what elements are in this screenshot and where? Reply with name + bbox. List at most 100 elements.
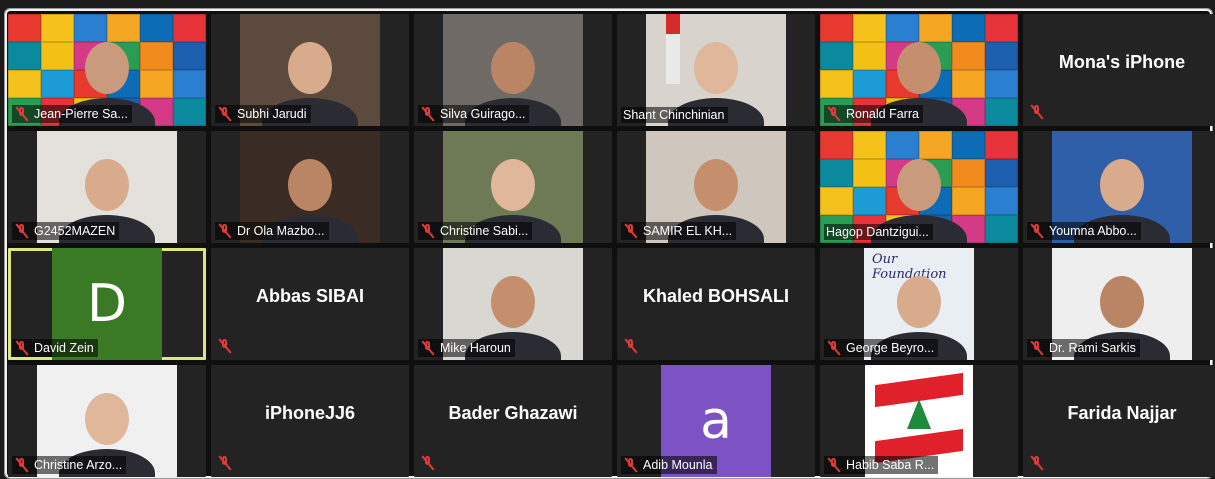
mic-muted-icon xyxy=(420,223,436,239)
participant-name: Youmna Abbo... xyxy=(1049,224,1137,238)
participant-tile[interactable]: Farida Najjar xyxy=(1023,365,1215,477)
participant-display-name: Bader Ghazawi xyxy=(448,403,578,423)
person-silhouette-head xyxy=(897,276,941,328)
person-silhouette-head xyxy=(694,42,738,94)
mic-muted-icon xyxy=(217,106,233,122)
mic-muted-icon xyxy=(826,106,842,122)
participant-tile[interactable]: Abbas SIBAI xyxy=(211,248,409,360)
participant-name: Ronald Farra xyxy=(846,107,919,121)
participant-name-label: Shant Chinchinian xyxy=(621,107,729,123)
participant-name-label: SAMIR EL KH... xyxy=(621,222,737,240)
mic-muted-icon xyxy=(1029,104,1045,120)
participant-name-label: Youmna Abbo... xyxy=(1027,222,1141,240)
mic-muted-icon xyxy=(1029,455,1045,471)
person-silhouette-head xyxy=(288,42,332,94)
mic-muted-icon xyxy=(420,455,436,471)
participant-tile[interactable]: Hagop Dantzigui... xyxy=(820,131,1018,243)
participant-name-label: Subhi Jarudi xyxy=(215,105,311,123)
participant-tile[interactable]: Christine Sabi... xyxy=(414,131,612,243)
mic-muted-icon xyxy=(1029,340,1045,356)
participant-name: Adib Mounla xyxy=(643,458,713,472)
mic-muted-icon xyxy=(1029,223,1045,239)
participant-name-label: Hagop Dantzigui... xyxy=(824,224,933,240)
participant-tile[interactable]: Bader Ghazawi xyxy=(414,365,612,477)
participant-name: Subhi Jarudi xyxy=(237,107,307,121)
mic-muted-icon xyxy=(420,340,436,356)
mic-muted-icon xyxy=(217,223,233,239)
person-silhouette-head xyxy=(85,393,129,445)
participant-tile[interactable]: Youmna Abbo... xyxy=(1023,131,1215,243)
mic-muted-icon xyxy=(217,455,233,471)
participant-name-label: Adib Mounla xyxy=(621,456,717,474)
mic-muted-icon xyxy=(14,223,30,239)
participant-name-label: David Zein xyxy=(12,339,98,357)
participant-display-name: Abbas SIBAI xyxy=(255,286,365,306)
participant-tile[interactable]: Dr Ola Mazbo... xyxy=(211,131,409,243)
participant-tile[interactable]: Jean-Pierre Sa... xyxy=(8,14,206,126)
participant-name-label: Jean-Pierre Sa... xyxy=(12,105,132,123)
participant-name: Jean-Pierre Sa... xyxy=(34,107,128,121)
person-silhouette-head xyxy=(1100,159,1144,211)
mic-muted-icon xyxy=(826,457,842,473)
participant-tile[interactable]: Silva Guirago... xyxy=(414,14,612,126)
participant-name: Silva Guirago... xyxy=(440,107,526,121)
participant-name-label: Silva Guirago... xyxy=(418,105,530,123)
participant-tile[interactable]: Shant Chinchinian xyxy=(617,14,815,126)
mic-muted-icon xyxy=(14,457,30,473)
participant-name: Hagop Dantzigui... xyxy=(826,225,929,239)
participant-tile[interactable]: SAMIR EL KH... xyxy=(617,131,815,243)
participant-tile[interactable]: Ronald Farra xyxy=(820,14,1018,126)
participant-tile[interactable]: Habib Saba R... xyxy=(820,365,1018,477)
person-silhouette-head xyxy=(288,159,332,211)
participant-name-label: Dr. Rami Sarkis xyxy=(1027,339,1140,357)
person-silhouette-head xyxy=(897,159,941,211)
participant-name: SAMIR EL KH... xyxy=(643,224,733,238)
mic-muted-icon xyxy=(623,338,639,354)
participant-name-label: Dr Ola Mazbo... xyxy=(215,222,329,240)
participant-name: G2452MAZEN xyxy=(34,224,116,238)
participant-name-label: Christine Sabi... xyxy=(418,222,533,240)
participant-name-label: Ronald Farra xyxy=(824,105,923,123)
mic-muted-icon xyxy=(217,338,233,354)
participant-name: Mike Haroun xyxy=(440,341,511,355)
mic-muted-icon xyxy=(826,340,842,356)
participant-display-name: Farida Najjar xyxy=(1067,403,1177,423)
participant-display-name: iPhoneJJ6 xyxy=(264,403,356,423)
participant-name: Dr. Rami Sarkis xyxy=(1049,341,1136,355)
participant-name-label: G2452MAZEN xyxy=(12,222,120,240)
participant-tile[interactable]: G2452MAZEN xyxy=(8,131,206,243)
participant-tile[interactable]: Dr. Rami Sarkis xyxy=(1023,248,1215,360)
participant-tile[interactable]: Subhi Jarudi xyxy=(211,14,409,126)
participant-name-label: Christine Arzo... xyxy=(12,456,127,474)
participant-name: David Zein xyxy=(34,341,94,355)
person-silhouette-head xyxy=(491,159,535,211)
mic-muted-icon xyxy=(623,457,639,473)
person-silhouette-head xyxy=(85,42,129,94)
person-silhouette-head xyxy=(85,159,129,211)
participant-name: Dr Ola Mazbo... xyxy=(237,224,325,238)
mic-muted-icon xyxy=(623,223,639,239)
participant-tile[interactable]: Mona's iPhone xyxy=(1023,14,1215,126)
participant-tile[interactable]: Khaled BOHSALI xyxy=(617,248,815,360)
participant-name: Shant Chinchinian xyxy=(623,108,725,122)
participant-display-name: Khaled BOHSALI xyxy=(642,286,789,306)
person-silhouette-head xyxy=(694,159,738,211)
participant-name-label: George Beyro... xyxy=(824,339,939,357)
mic-muted-icon xyxy=(14,340,30,356)
participant-name: Habib Saba R... xyxy=(846,458,935,472)
participant-display-name: Mona's iPhone xyxy=(1058,52,1186,72)
participant-tile[interactable]: Mike Haroun xyxy=(414,248,612,360)
person-silhouette-head xyxy=(897,42,941,94)
participant-tile[interactable]: Our Foundation George Beyro... xyxy=(820,248,1018,360)
person-silhouette-head xyxy=(491,276,535,328)
gallery-view: Jean-Pierre Sa... Subhi Jarudi Silva Guira… xyxy=(8,14,1215,477)
lebanon-flag-pole xyxy=(666,14,680,84)
participant-tile[interactable]: Christine Arzo... xyxy=(8,365,206,477)
participant-tile[interactable]: iPhoneJJ6 xyxy=(211,365,409,477)
mic-muted-icon xyxy=(420,106,436,122)
participant-tile[interactable]: a Adib Mounla xyxy=(617,365,815,477)
participant-name-label: Mike Haroun xyxy=(418,339,515,357)
participant-tile[interactable]: D David Zein xyxy=(8,248,206,360)
person-silhouette-head xyxy=(491,42,535,94)
mic-muted-icon xyxy=(14,106,30,122)
